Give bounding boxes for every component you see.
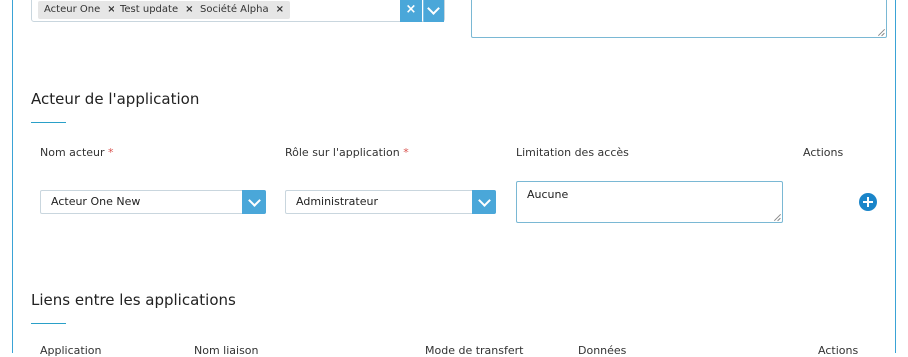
header-application: Application (40, 344, 102, 357)
chevron-down-icon (427, 2, 440, 15)
tag-label: Test update (120, 4, 179, 15)
panel-right-border (895, 0, 896, 353)
header-transfer-mode: Mode de transfert (425, 344, 524, 357)
tag-label: Acteur One (44, 4, 101, 15)
required-mark: * (108, 146, 114, 159)
section-title-links: Liens entre les applications (31, 291, 236, 309)
select-value: Acteur One New (51, 195, 141, 208)
textarea-value: Aucune (527, 188, 569, 201)
resize-grip-icon[interactable] (877, 28, 885, 36)
section-underline (31, 323, 66, 324)
header-actions: Actions (818, 344, 859, 357)
actor-name-select[interactable]: Acteur One New (40, 190, 266, 214)
header-role: Rôle sur l'application * (285, 146, 409, 159)
access-limit-textarea[interactable]: Aucune (516, 181, 783, 223)
tag-label: Société Alpha (200, 4, 269, 15)
tag-multiselect[interactable]: Acteur One × Test update × Société Alpha × … (31, 0, 445, 22)
section-title-actors: Acteur de l'application (31, 90, 200, 108)
section-underline (31, 122, 66, 123)
header-link-name: Nom liaison (194, 344, 259, 357)
header-data: Données (578, 344, 627, 357)
clear-all-button[interactable]: × (400, 0, 422, 22)
header-label: Rôle sur l'application (285, 146, 400, 159)
description-textarea[interactable] (471, 0, 887, 38)
chevron-down-icon (248, 194, 261, 207)
header-actions: Actions (803, 146, 844, 159)
role-select[interactable]: Administrateur (285, 190, 496, 214)
resize-grip-icon[interactable] (773, 213, 781, 221)
add-actor-button[interactable] (859, 193, 877, 211)
header-actor-name: Nom acteur * (40, 146, 114, 159)
tag-chip: Société Alpha × (194, 1, 290, 19)
dropdown-button[interactable] (242, 190, 266, 214)
tag-remove-icon[interactable]: × (276, 4, 284, 15)
panel-left-border (12, 0, 13, 353)
required-mark: * (403, 146, 409, 159)
header-label: Nom acteur (40, 146, 105, 159)
tag-chip: Test update × (114, 1, 200, 19)
select-value: Administrateur (296, 195, 378, 208)
dropdown-button[interactable] (472, 190, 496, 214)
dropdown-toggle-button[interactable] (423, 0, 444, 22)
header-access-limit: Limitation des accès (516, 146, 629, 159)
chevron-down-icon (478, 194, 491, 207)
tag-remove-icon[interactable]: × (185, 4, 193, 15)
tag-chip: Acteur One × (38, 1, 122, 19)
clear-icon: × (405, 2, 417, 17)
